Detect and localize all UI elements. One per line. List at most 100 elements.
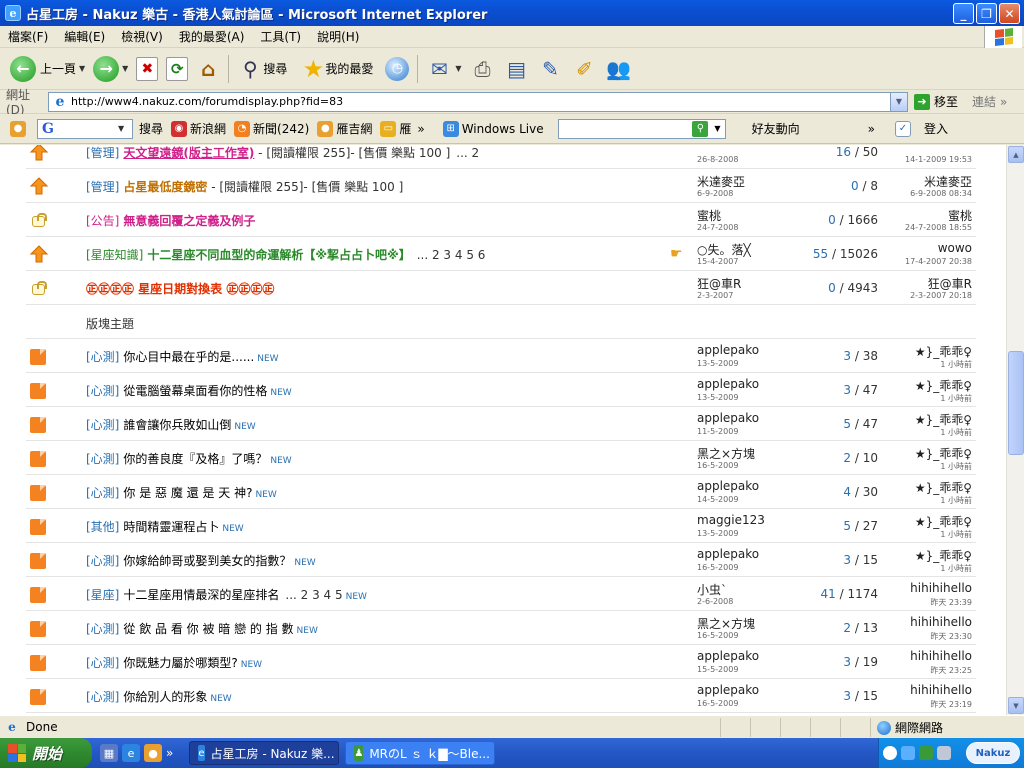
thread-subject[interactable]: [心測] 你的善良度『及格』了嗎？ NEW xyxy=(86,450,292,467)
last-post-date[interactable]: 昨天 23:39 xyxy=(930,597,972,608)
history-button[interactable]: ◷ xyxy=(381,51,413,87)
login-button[interactable]: ✓ 登入 xyxy=(894,120,948,137)
scroll-up-arrow-icon[interactable]: ▲ xyxy=(1008,146,1024,163)
thread-prefix[interactable]: [公告] xyxy=(86,214,119,228)
favorites-button[interactable]: ★ 我的最愛 xyxy=(297,51,377,87)
last-post-author[interactable]: hihihihello xyxy=(910,649,972,663)
thread-subject[interactable]: [管理] 天文望遠鏡(版主工作室) - [閱讀權限 255]- [售價 樂點 10… xyxy=(86,145,479,161)
thread-title-link[interactable]: 十二星座不同血型的命運解析【※挈占占卜吧※】 xyxy=(147,248,410,262)
chevron-down-icon[interactable]: ▼ xyxy=(118,124,132,133)
thread-author[interactable]: 狂@車R xyxy=(697,275,741,292)
last-post-date[interactable]: 24-7-2008 18:55 xyxy=(905,223,972,232)
last-post-author[interactable]: wowo xyxy=(938,241,972,255)
links-label[interactable]: 連結 xyxy=(972,93,996,110)
thread-author[interactable]: 黑之×方塊 xyxy=(697,445,755,462)
table-row[interactable]: [心測] 你給別人的形象 NEW applepako 16-5-2009 3 / 15 hi… xyxy=(26,679,976,713)
task-messenger-window[interactable]: ♟ MRのL ｓ ｋ▇〜Ble... xyxy=(345,741,496,765)
thread-prefix[interactable]: [心測] xyxy=(86,656,119,670)
table-row[interactable]: [管理] 占星最低度鏡密 - [閱讀權限 255]- [售價 樂點 100 ] 米達… xyxy=(26,169,976,203)
yahoo-toolbar-icon[interactable]: ● xyxy=(10,120,29,137)
vertical-scrollbar[interactable]: ▲ ▼ xyxy=(1006,145,1024,715)
search-icon[interactable]: ⚲ xyxy=(692,120,709,137)
last-post-author[interactable]: 狂@車R xyxy=(928,275,972,292)
scrollbar-thumb[interactable] xyxy=(1008,351,1024,455)
ie-icon[interactable]: e xyxy=(122,744,140,762)
last-post-author[interactable]: hihihihello xyxy=(910,615,972,629)
nakuz-logo[interactable]: Nakuz xyxy=(966,742,1020,764)
chevron-left-icon[interactable] xyxy=(883,746,897,760)
thread-author[interactable]: 小虫` xyxy=(697,581,727,598)
thread-subject[interactable]: [心測] 你心目中最在乎的是...... NEW xyxy=(86,348,279,365)
yahoo-link[interactable]: ● 雁吉網 xyxy=(317,120,372,137)
last-post-author[interactable]: ★}_乖乖♀ xyxy=(915,513,972,530)
thread-author[interactable]: 米達麥亞 xyxy=(697,173,745,190)
menu-edit[interactable]: 編輯(E) xyxy=(56,28,113,45)
thread-title-link[interactable]: 十二星座用情最深的星座排名 xyxy=(123,588,279,602)
menu-favorites[interactable]: 我的最愛(A) xyxy=(171,28,253,45)
title-bar[interactable]: e 占星工房 - Nakuz 樂古 - 香港人氣討論區 - Microsoft … xyxy=(0,0,1024,26)
last-post-date[interactable]: 1 小時前 xyxy=(940,495,972,506)
thread-author[interactable]: applepako xyxy=(697,411,759,425)
thread-author[interactable]: ○失。落╳ xyxy=(697,241,751,258)
thread-author[interactable]: maggie123 xyxy=(697,513,765,527)
research-button[interactable]: ✐ xyxy=(568,51,602,87)
search-button[interactable]: ⚲ 搜尋 xyxy=(233,51,291,87)
volume-icon[interactable] xyxy=(937,746,951,760)
last-post-date[interactable]: 2-3-2007 20:18 xyxy=(910,291,972,300)
last-post-date[interactable]: 昨天 23:19 xyxy=(930,699,972,710)
thread-prefix[interactable]: [其他] xyxy=(86,520,119,534)
last-post-author[interactable]: hihihihello xyxy=(910,683,972,697)
last-post-author[interactable]: ★}_乖乖♀ xyxy=(915,343,972,360)
chevron-right-icon[interactable]: » xyxy=(1000,95,1007,109)
print-button[interactable]: ⎙ xyxy=(466,51,500,87)
thread-author[interactable]: 黑之×方塊 xyxy=(697,615,755,632)
forward-button[interactable]: → ▼ xyxy=(89,51,132,87)
thread-subject[interactable]: [心測] 你 是 惡 魔 還 是 天 神? NEW xyxy=(86,484,277,501)
mail-button[interactable]: ✉ ▼ xyxy=(422,51,465,87)
thread-title-link[interactable]: 天文望遠鏡(版主工作室) xyxy=(123,146,254,160)
thread-prefix[interactable]: [管理] xyxy=(86,180,119,194)
thread-title-link[interactable]: 從 飲 品 看 你 被 暗 戀 的 指 數 xyxy=(123,622,293,636)
last-post-date[interactable]: 1 小時前 xyxy=(940,461,972,472)
thread-title-link[interactable]: 你給別人的形象 xyxy=(123,690,207,704)
thread-prefix[interactable]: [心測] xyxy=(86,384,119,398)
last-post-author[interactable]: 米達麥亞 xyxy=(924,173,972,190)
thread-prefix[interactable]: [星座知識] xyxy=(86,248,143,262)
thread-subject[interactable]: [心測] 你嫁給帥哥或娶到美女的指數？ NEW xyxy=(86,552,316,569)
thread-prefix[interactable]: [星座] xyxy=(86,588,119,602)
desktop-icon[interactable]: ▦ xyxy=(100,744,118,762)
google-search-box[interactable]: G ▼ xyxy=(37,118,133,139)
table-row[interactable]: [星座] 十二星座用情最深的星座排名 ... 2 3 4 5 NEW 小虫` 2-6-20… xyxy=(26,577,976,611)
table-row[interactable]: ㊣㊣㊣㊣ 星座日期對換表 ㊣㊣㊣㊣ 狂@車R 2-3-2007 0 / 4943 狂@車… xyxy=(26,271,976,305)
more-link[interactable]: ▭ 雁 » xyxy=(380,120,425,137)
thread-subject[interactable]: [心測] 從 飲 品 看 你 被 暗 戀 的 指 數 NEW xyxy=(86,620,318,637)
messenger-icon[interactable] xyxy=(919,746,933,760)
thread-author[interactable]: applepako xyxy=(697,649,759,663)
thread-author[interactable]: applepako xyxy=(697,343,759,357)
windows-live-button[interactable]: ⊞ Windows Live xyxy=(442,120,544,137)
friends-activity-button[interactable]: 好友動向 xyxy=(752,120,800,137)
last-post-date[interactable]: 1 小時前 xyxy=(940,563,972,574)
thread-prefix[interactable]: [心測] xyxy=(86,622,119,636)
thread-subject[interactable]: [星座知識] 十二星座不同血型的命運解析【※挈占占卜吧※】 ... 2 3 4 5 … xyxy=(86,246,485,263)
edit-button[interactable]: ▤ xyxy=(500,51,534,87)
address-input[interactable]: e http://www4.nakuz.com/forumdisplay.php… xyxy=(48,91,908,112)
last-post-date[interactable]: 1 小時前 xyxy=(940,529,972,540)
table-row[interactable]: [心測] 你的善良度『及格』了嗎？ NEW 黑之×方塊 16-5-2009 2 / 10 ★… xyxy=(26,441,976,475)
messenger-button[interactable]: 👥 xyxy=(602,51,636,87)
chevron-down-icon[interactable]: ▼ xyxy=(890,92,907,111)
last-post-author[interactable]: ★}_乖乖♀ xyxy=(915,411,972,428)
menu-help[interactable]: 說明(H) xyxy=(309,28,367,45)
close-button[interactable]: ✕ xyxy=(999,3,1020,24)
chevron-right-icon[interactable]: » xyxy=(417,122,424,136)
go-button[interactable]: ➜ 移至 xyxy=(914,93,958,110)
menu-view[interactable]: 檢視(V) xyxy=(113,28,171,45)
thread-author[interactable]: applepako xyxy=(697,547,759,561)
refresh-button[interactable]: ⟳ xyxy=(162,51,192,87)
thread-title-link[interactable]: 你心目中最在乎的是...... xyxy=(123,350,254,364)
table-row[interactable]: [心測] 從 飲 品 看 你 被 暗 戀 的 指 數 NEW 黑之×方塊 16-5-20… xyxy=(26,611,976,645)
thread-prefix[interactable]: [心測] xyxy=(86,554,119,568)
thread-prefix[interactable]: [管理] xyxy=(86,146,119,160)
thread-title-link[interactable]: 你嫁給帥哥或娶到美女的指數？ xyxy=(123,554,291,568)
thread-prefix[interactable]: [心測] xyxy=(86,690,119,704)
